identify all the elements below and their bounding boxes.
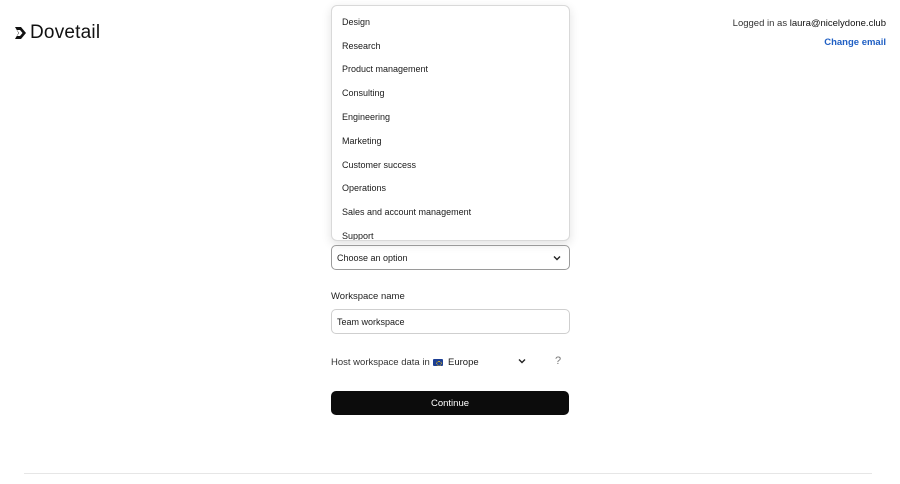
dropdown-option-engineering[interactable]: Engineering xyxy=(332,105,569,129)
account-email: laura@nicelydone.club xyxy=(789,18,886,29)
dropdown-option-marketing[interactable]: Marketing xyxy=(332,129,569,153)
dropdown-option-sales[interactable]: Sales and account management xyxy=(332,200,569,224)
role-select-value: Choose an option xyxy=(337,252,408,263)
brand-name: Dovetail xyxy=(30,22,101,43)
footer-divider xyxy=(24,473,872,474)
continue-button[interactable]: Continue xyxy=(331,391,569,415)
dropdown-option-customer-success[interactable]: Customer success xyxy=(332,153,569,177)
dovetail-logo-icon xyxy=(15,27,26,39)
region-select[interactable]: Europe xyxy=(433,355,528,369)
chevron-down-icon xyxy=(518,359,526,364)
dropdown-option-operations[interactable]: Operations xyxy=(332,177,569,201)
dropdown-option-design[interactable]: Design xyxy=(332,10,569,34)
brand-logo[interactable]: Dovetail xyxy=(14,22,100,44)
account-info: Logged in as laura@nicelydone.club Chang… xyxy=(733,18,886,48)
dropdown-option-support[interactable]: Support xyxy=(332,224,569,240)
logged-in-prefix: Logged in as xyxy=(732,18,788,29)
host-data-label: Host workspace data in xyxy=(331,357,430,368)
dropdown-option-research[interactable]: Research xyxy=(332,34,569,58)
chevron-down-icon xyxy=(553,255,561,260)
region-value: Europe xyxy=(448,356,479,368)
eu-flag-icon xyxy=(433,358,443,366)
role-dropdown-menu: Design Research Product management Consu… xyxy=(331,5,570,241)
help-icon[interactable]: ? xyxy=(555,355,561,367)
role-select[interactable]: Choose an option xyxy=(331,245,570,270)
dropdown-option-consulting[interactable]: Consulting xyxy=(332,81,569,105)
change-email-link[interactable]: Change email xyxy=(733,37,886,48)
workspace-name-input[interactable] xyxy=(331,309,570,334)
workspace-name-label: Workspace name xyxy=(331,291,405,302)
dropdown-option-product-management[interactable]: Product management xyxy=(332,58,569,82)
